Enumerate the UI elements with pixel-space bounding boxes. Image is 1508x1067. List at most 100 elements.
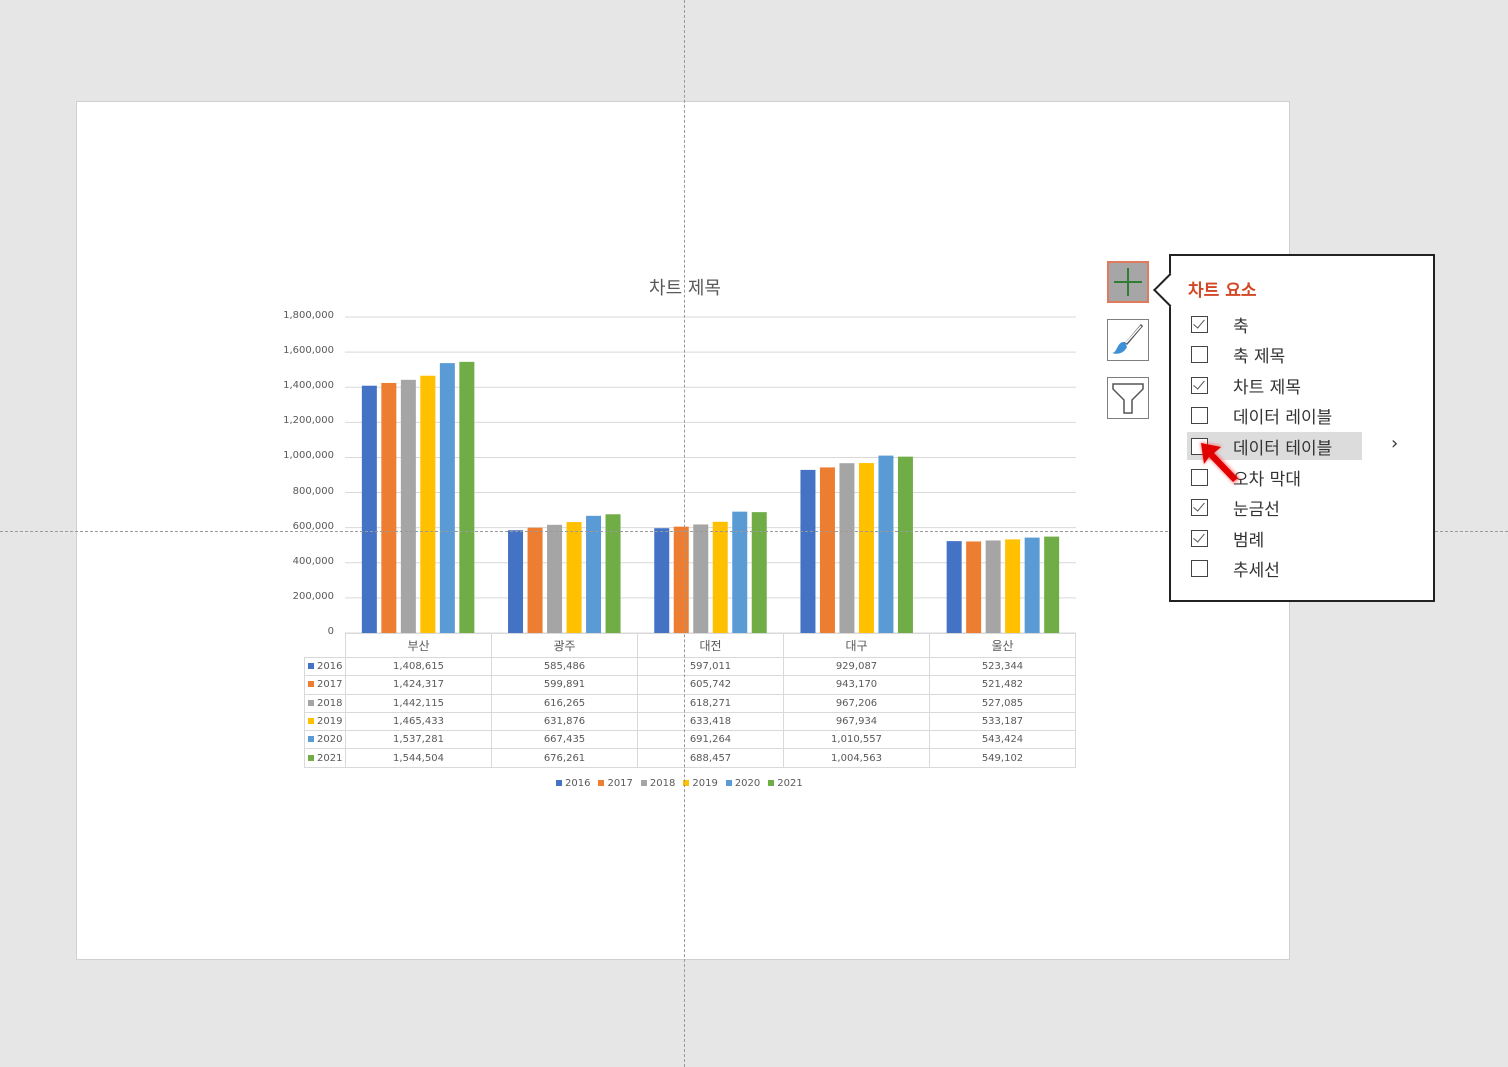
y-tick-label: 1,000,000	[283, 450, 334, 462]
item-label: 데이터 레이블	[1233, 408, 1333, 429]
legend-entry[interactable]: 2016	[556, 778, 590, 789]
bar-2021-1[interactable]	[605, 514, 621, 633]
table-header-row: 부산 광주 대전 대구 울산	[304, 633, 1076, 658]
legend-entry[interactable]: 2017	[598, 778, 633, 789]
bar-2017-2[interactable]	[673, 526, 689, 633]
bar-2019-0[interactable]	[420, 375, 436, 633]
bar-2018-3[interactable]	[839, 463, 855, 633]
checkbox[interactable]	[1191, 346, 1208, 364]
element-item-7[interactable]: 범례	[1187, 524, 1362, 552]
table-cell: 633,418	[637, 711, 784, 732]
item-label: 축 제목	[1233, 347, 1286, 368]
checkbox[interactable]	[1191, 376, 1208, 394]
bar-2019-3[interactable]	[858, 463, 874, 633]
legend-label: 2016	[565, 778, 591, 789]
chart-elements-panel: 차트 요소 축축 제목 차트 제목 데이터 레이블 데이터 테이블 › 오차 막대 눈금선 범…	[1169, 254, 1435, 602]
y-tick-label: 1,400,000	[283, 380, 334, 392]
table-cell: 1,424,317	[345, 675, 492, 695]
bar-2020-0[interactable]	[439, 363, 455, 633]
item-label: 데이터 테이블	[1233, 438, 1333, 459]
legend-key-icon	[308, 736, 314, 743]
table-cell: 585,486	[491, 656, 638, 677]
bar-2020-2[interactable]	[732, 511, 748, 633]
element-item-8[interactable]: 추세선	[1187, 555, 1362, 583]
y-tick-label: 1,600,000	[283, 345, 334, 357]
bar-2021-0[interactable]	[459, 361, 475, 633]
legend-key-icon	[308, 699, 314, 706]
table-cell: 616,265	[491, 693, 638, 713]
legend-label: 2020	[734, 778, 761, 789]
bar-2017-0[interactable]	[381, 382, 397, 633]
table-cell: 631,876	[491, 711, 638, 732]
element-item-0[interactable]: 축	[1187, 310, 1362, 338]
element-item-1[interactable]: 축 제목	[1187, 341, 1362, 369]
table-cell: 1,465,433	[345, 711, 492, 732]
chart-elements-button[interactable]	[1107, 261, 1149, 303]
bar-2019-4[interactable]	[1005, 539, 1021, 633]
bar-2019-2[interactable]	[712, 521, 728, 633]
data-table: 부산 광주 대전 대구 울산 2016 1,408,615 585,486 597,011 929…	[304, 633, 1076, 768]
bar-2018-1[interactable]	[547, 524, 563, 633]
bar-2020-4[interactable]	[1024, 537, 1040, 633]
legend-entry[interactable]: 2019	[683, 778, 718, 789]
legend-key-icon	[308, 718, 314, 725]
y-tick-label: 800,000	[292, 485, 334, 497]
table-cell: 523,344	[929, 656, 1076, 677]
table-cell: 1,010,557	[783, 730, 930, 750]
element-item-6[interactable]: 눈금선	[1187, 494, 1362, 522]
checkbox[interactable]	[1191, 315, 1208, 333]
bar-2021-3[interactable]	[897, 456, 913, 633]
table-cell: 676,261	[491, 748, 638, 768]
element-item-2[interactable]: 차트 제목	[1187, 371, 1362, 399]
series-name: 2020	[317, 734, 343, 746]
bar-2020-1[interactable]	[586, 515, 602, 633]
bar-2017-3[interactable]	[819, 467, 835, 633]
series-name: 2018	[317, 697, 343, 709]
funnel-icon	[1112, 383, 1144, 414]
checkbox[interactable]	[1191, 407, 1208, 425]
bar-2016-3[interactable]	[800, 469, 816, 633]
bar-2017-1[interactable]	[527, 527, 543, 633]
table-row: 2019 1,465,433 631,876 633,418 967,934 533,18…	[304, 711, 1076, 732]
bar-2019-1[interactable]	[566, 522, 582, 633]
table-cell: 1,004,563	[783, 748, 930, 768]
checkbox[interactable]	[1191, 529, 1208, 547]
plus-icon	[1114, 268, 1142, 296]
table-cell: 691,264	[637, 730, 784, 750]
bar-2016-0[interactable]	[361, 385, 377, 633]
bar-2016-4[interactable]	[946, 541, 962, 633]
legend-entry[interactable]: 2018	[640, 778, 676, 789]
bar-2016-2[interactable]	[654, 528, 670, 633]
bar-2021-4[interactable]	[1044, 536, 1060, 633]
element-item-3[interactable]: 데이터 레이블	[1187, 402, 1362, 430]
series-name: 2016	[317, 661, 343, 673]
table-row: 2018 1,442,115 616,265 618,271 967,206 527,08…	[304, 693, 1076, 713]
series-name: 2019	[317, 716, 343, 728]
bar-2018-2[interactable]	[693, 524, 709, 633]
y-tick-label: 1,200,000	[283, 415, 334, 427]
checkbox[interactable]	[1191, 499, 1208, 517]
item-label: 차트 제목	[1233, 377, 1301, 398]
legend-label: 2018	[649, 778, 676, 789]
series-name: 2017	[317, 679, 343, 691]
chevron-right-icon[interactable]: ›	[1391, 433, 1398, 454]
bar-2020-3[interactable]	[878, 455, 894, 633]
category-label: 울산	[929, 633, 1076, 658]
panel-title: 차트 요소	[1188, 281, 1257, 301]
chart-styles-button[interactable]	[1107, 319, 1149, 361]
bar-2016-1[interactable]	[508, 530, 524, 633]
legend-entry[interactable]: 2020	[725, 778, 761, 789]
chart-filters-button[interactable]	[1107, 377, 1149, 419]
legend-key-icon	[308, 754, 314, 761]
bar-2018-0[interactable]	[400, 379, 416, 633]
table-cell: 1,442,115	[345, 693, 492, 713]
legend-swatch-icon	[640, 780, 647, 786]
legend-entry[interactable]: 2021	[768, 778, 803, 789]
category-label: 대전	[637, 633, 784, 658]
bar-2018-4[interactable]	[985, 540, 1001, 633]
table-cell: 967,934	[783, 711, 930, 732]
checkbox[interactable]	[1191, 560, 1208, 578]
bar-2017-4[interactable]	[966, 541, 982, 633]
table-cell: 1,544,504	[345, 748, 492, 768]
legend[interactable]: 2016 2017 2018 2019 2020 2021	[556, 778, 803, 789]
